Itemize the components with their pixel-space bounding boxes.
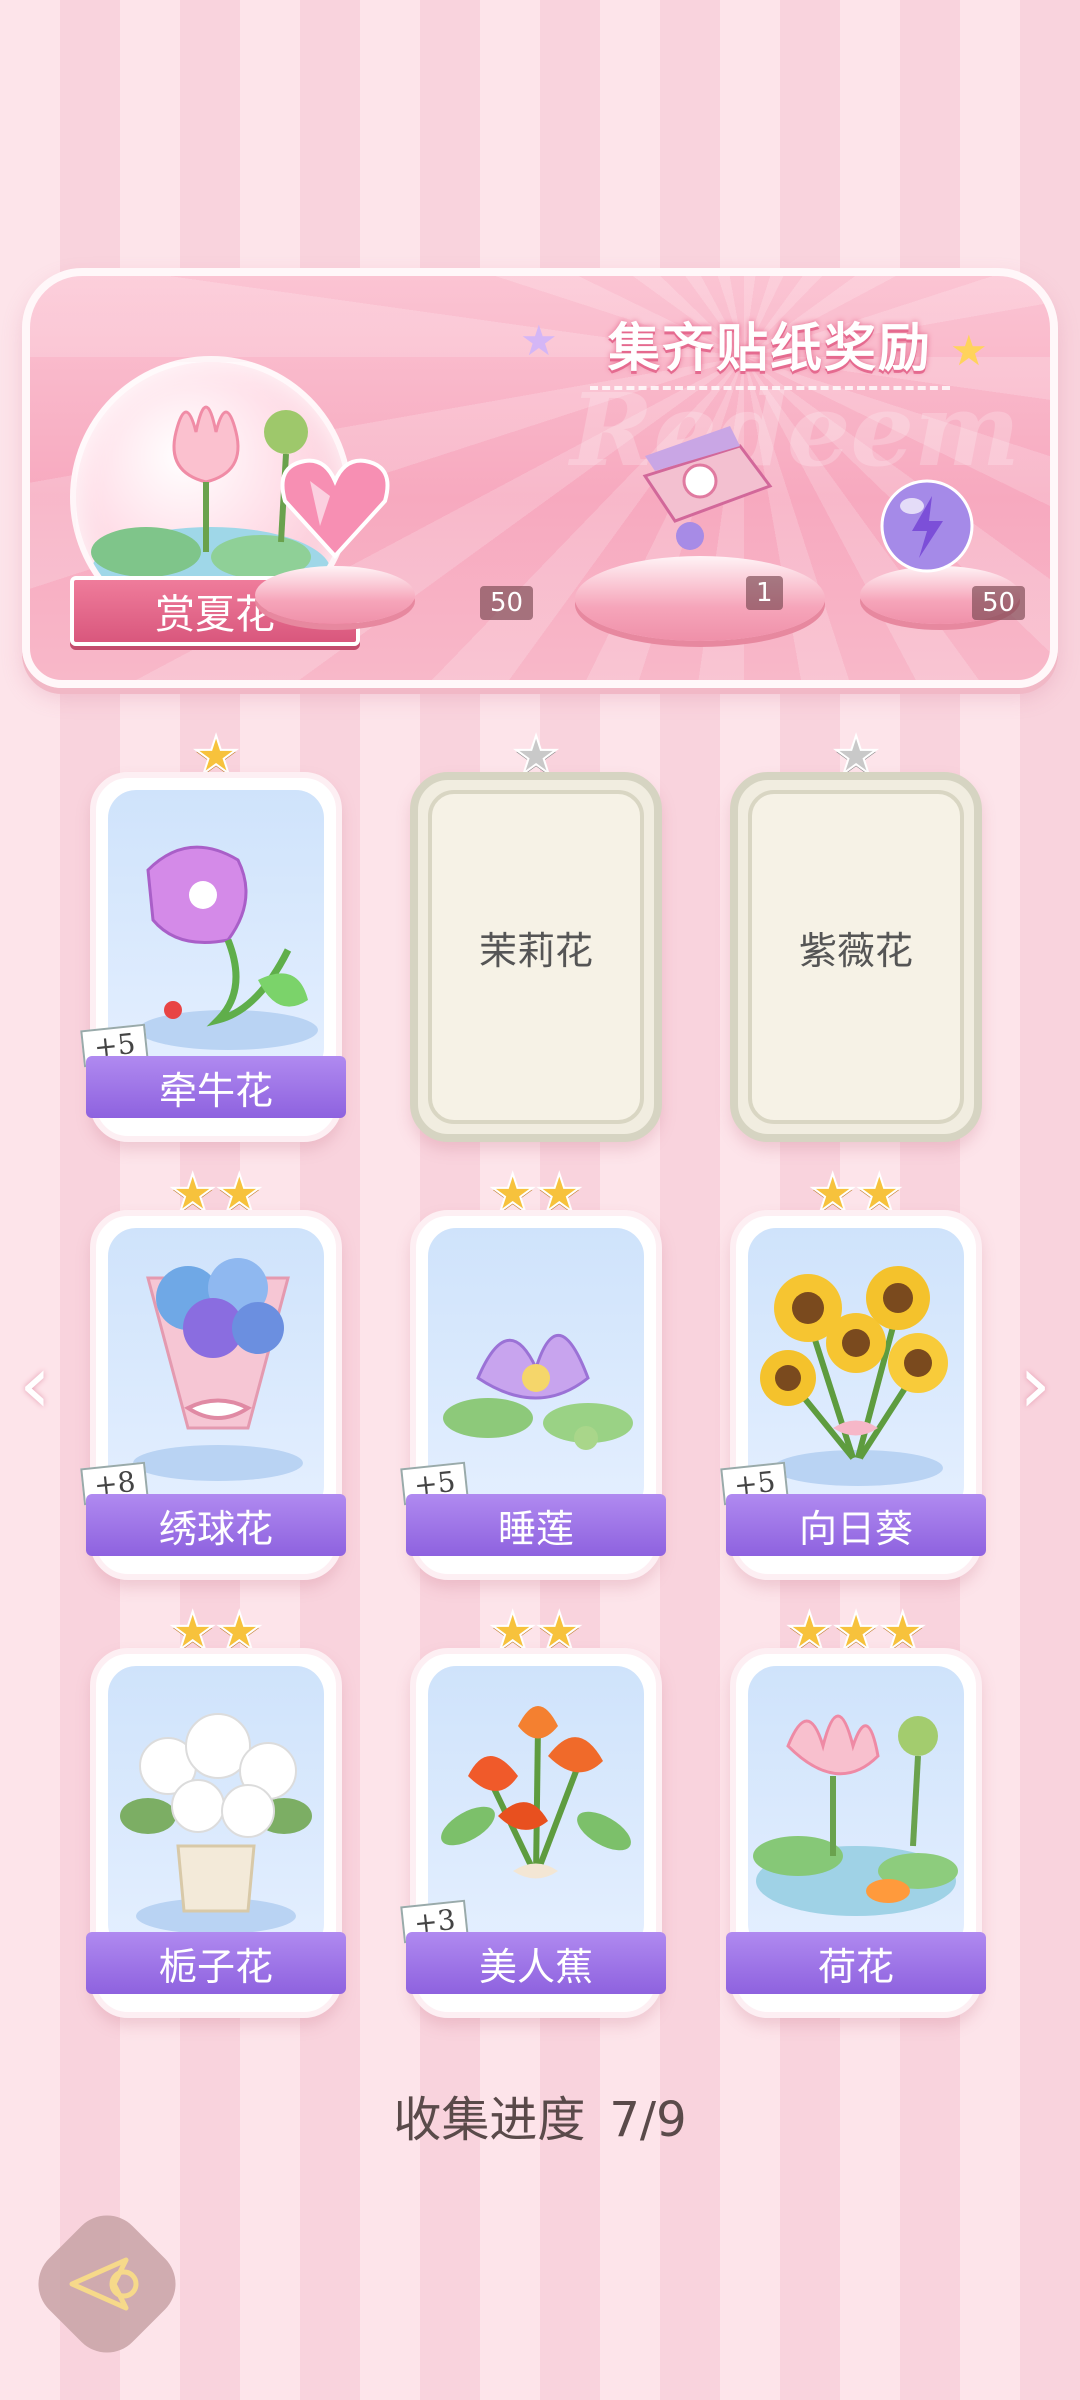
gift-box-icon (630, 416, 780, 570)
sticker-card-canna[interactable]: +3 美人蕉 (400, 1648, 666, 2018)
reward-pedestal (255, 566, 415, 624)
chevron-left-icon[interactable]: ‹ (10, 1345, 60, 1425)
purple-energy-orb-icon (877, 476, 977, 580)
reward-count: 1 (746, 576, 783, 610)
sticker-card-water-lily[interactable]: +5 睡莲 (400, 1210, 666, 1580)
progress-label: 收集进度 (393, 2092, 586, 2148)
banner-title-text: 集齐贴纸奖励 (607, 318, 932, 379)
reward-count: 50 (480, 586, 534, 620)
card-name: 睡莲 (406, 1494, 666, 1556)
sticker-card-jasmine[interactable]: 茉莉花 (410, 772, 662, 1142)
star-decoration-icon: ★ (520, 316, 558, 365)
sticker-card-sunflower[interactable]: +5 向日葵 (720, 1210, 986, 1580)
lotus-icon (748, 1666, 964, 1952)
reward-count: 50 (972, 586, 1026, 620)
card-name: 茉莉花 (478, 929, 593, 973)
card-name: 美人蕉 (406, 1932, 666, 1994)
pink-heart-gem-icon (275, 446, 395, 570)
sticker-card-morning-glory[interactable]: +5 牵牛花 (80, 772, 346, 1142)
back-arrow-icon (69, 2257, 139, 2311)
chevron-right-icon[interactable]: › (1010, 1345, 1060, 1425)
card-name: 绣球花 (86, 1494, 346, 1556)
card-name: 牵牛花 (86, 1056, 346, 1118)
card-name: 荷花 (726, 1932, 986, 1994)
banner-title: 集齐贴纸奖励 (570, 306, 970, 390)
sticker-card-gardenia[interactable]: 栀子花 (86, 1648, 346, 2018)
card-name: 栀子花 (86, 1932, 346, 1994)
sticker-card-lotus[interactable]: 荷花 (726, 1648, 986, 2018)
progress-value: 7/9 (609, 2092, 687, 2148)
sticker-reward-banner: Redeem ★ ★ 集齐贴纸奖励 赏夏花 50 1 50 (22, 268, 1058, 688)
card-name: 向日葵 (726, 1494, 986, 1556)
sticker-card-hydrangea[interactable]: +8 绣球花 (80, 1210, 346, 1580)
card-name: 紫薇花 (798, 929, 913, 973)
gardenia-icon (108, 1666, 324, 1952)
collection-progress: 收集进度 7/9 (0, 2080, 1080, 2150)
sticker-card-crape-myrtle[interactable]: 紫薇花 (730, 772, 982, 1142)
